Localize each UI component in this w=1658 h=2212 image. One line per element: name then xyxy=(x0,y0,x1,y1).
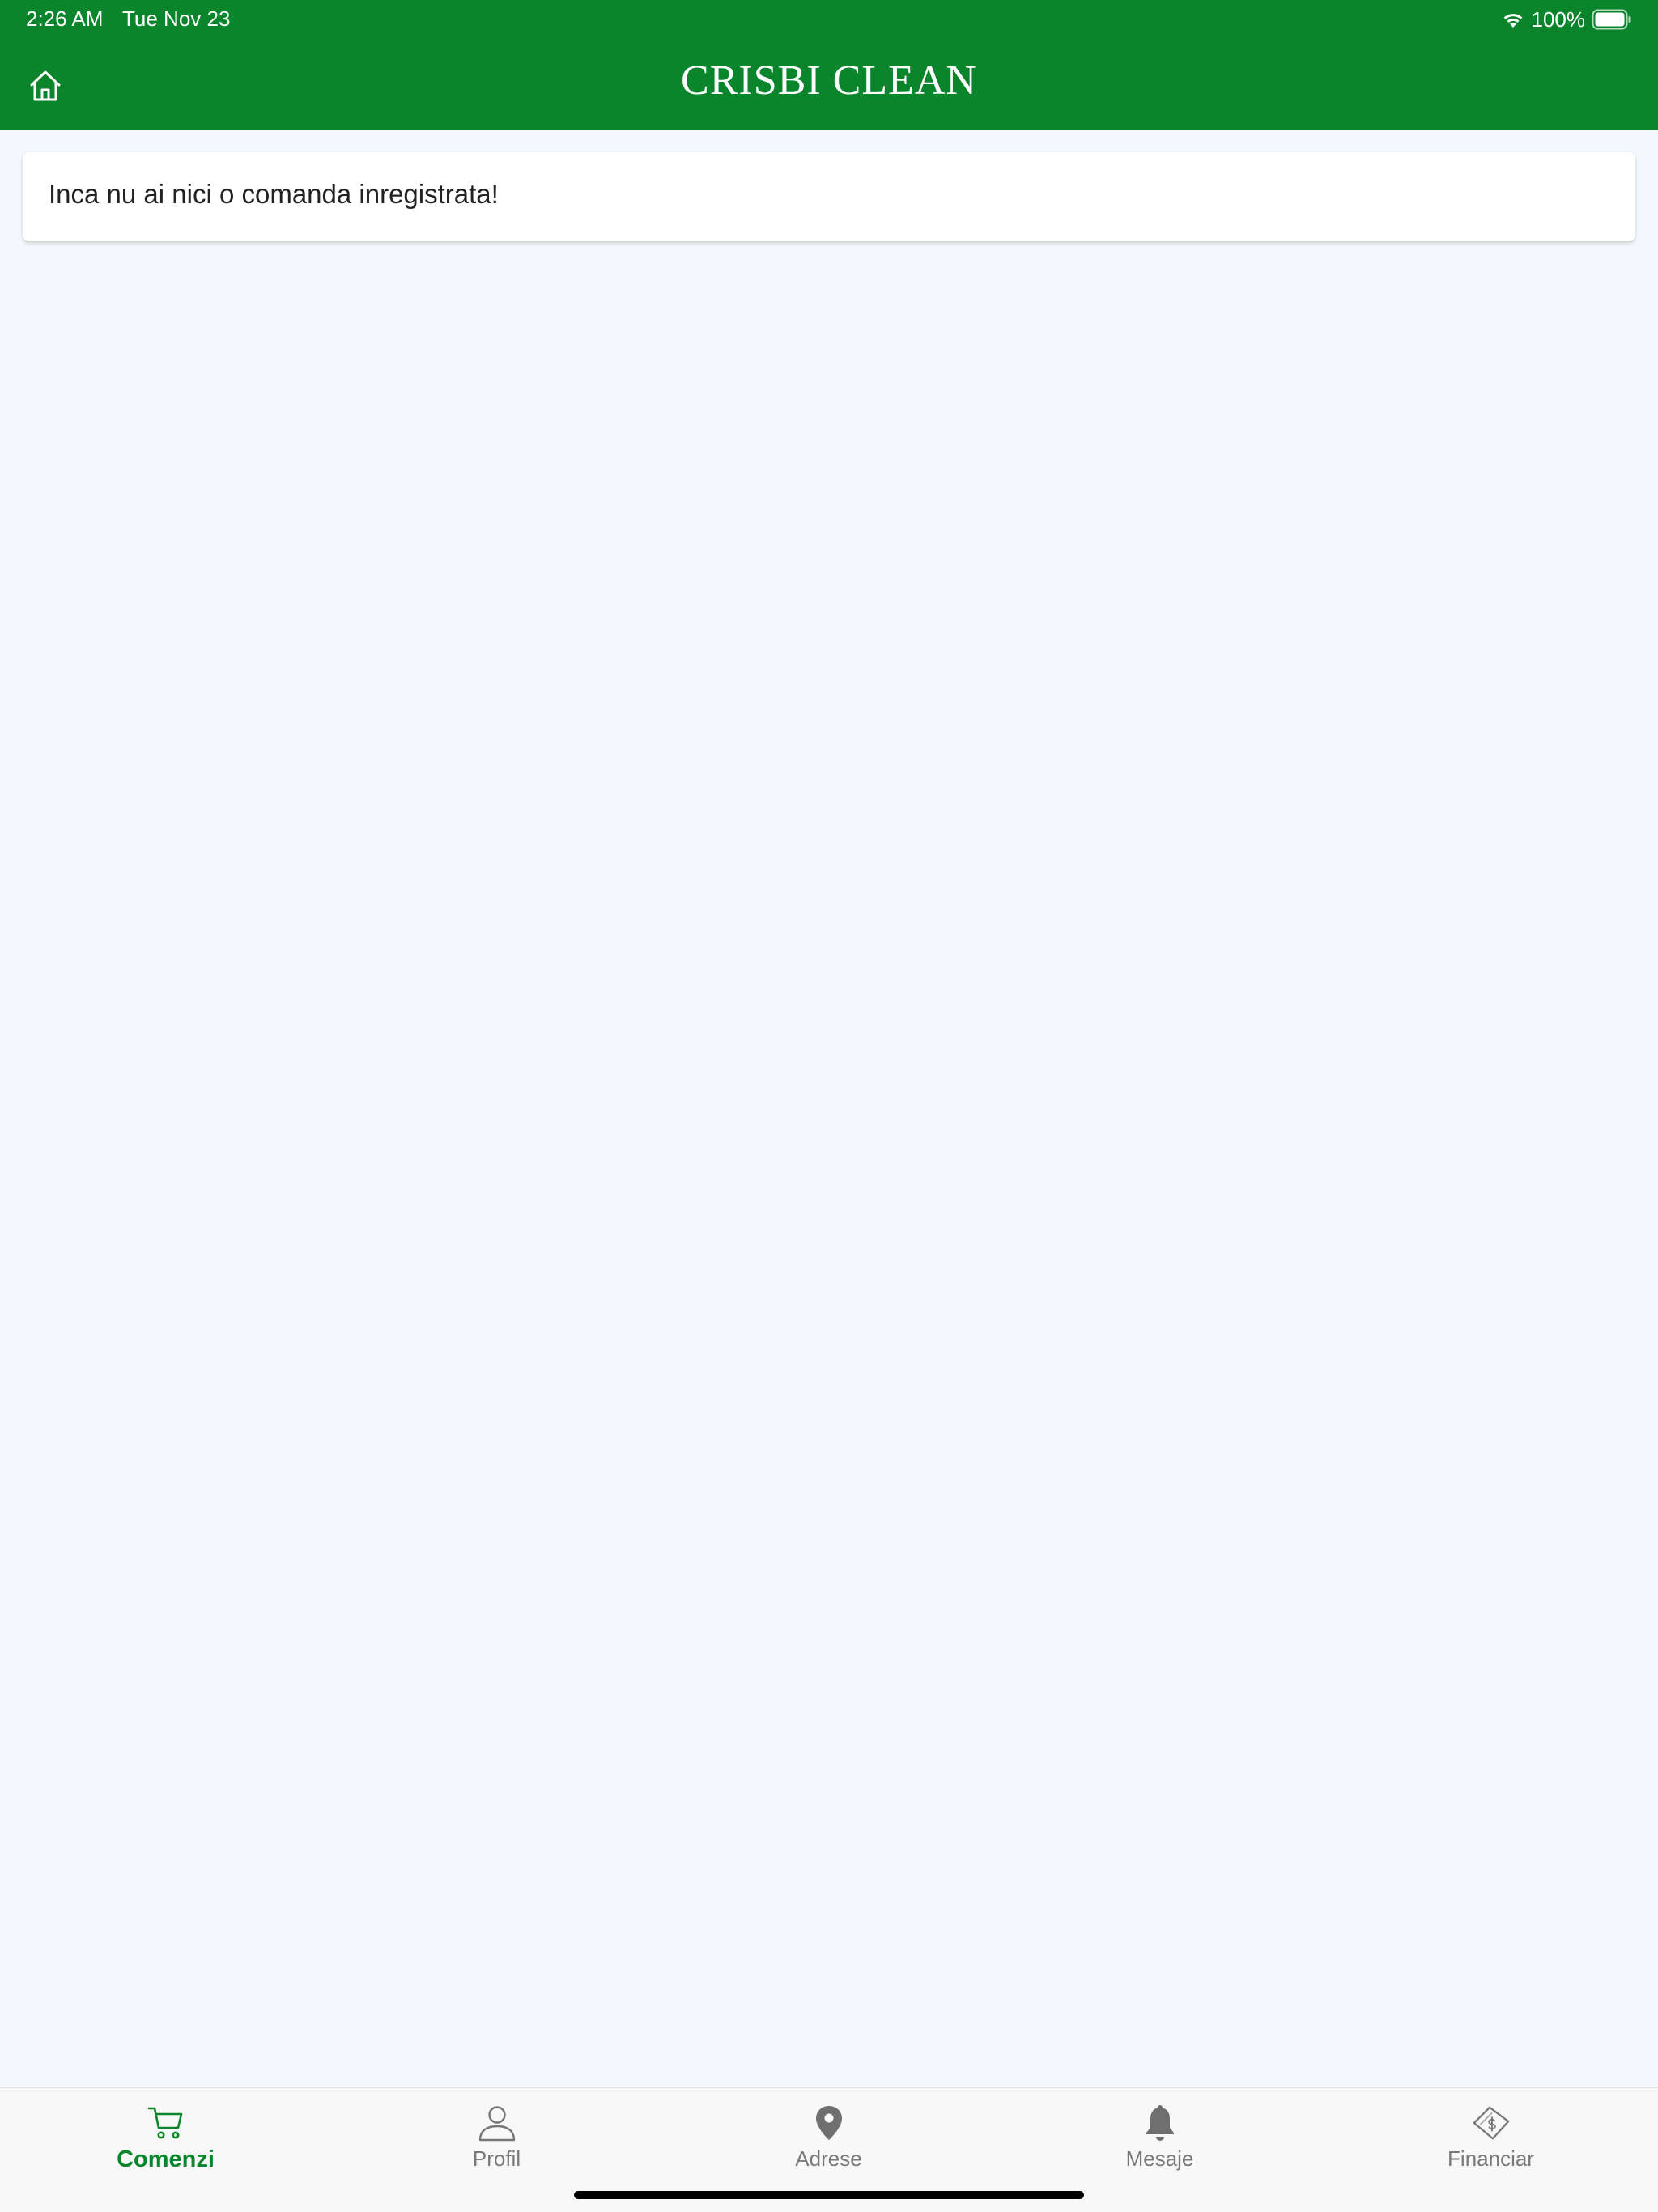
app-header: 2:26 AM Tue Nov 23 100% CRISBI CLEAN xyxy=(0,0,1658,130)
tab-label: Profil xyxy=(472,2146,521,2171)
status-date: Tue Nov 23 xyxy=(122,6,231,31)
battery-percent: 100% xyxy=(1531,6,1586,32)
tab-comenzi[interactable]: Comenzi xyxy=(0,2103,331,2184)
tab-label: Financiar xyxy=(1448,2146,1534,2171)
empty-orders-card: Inca nu ai nici o comanda inregistrata! xyxy=(23,152,1635,241)
tab-label: Mesaje xyxy=(1125,2146,1194,2171)
status-indicators: 100% xyxy=(1501,6,1633,32)
app-title: CRISBI CLEAN xyxy=(681,57,977,104)
location-pin-icon xyxy=(809,2103,849,2143)
tab-profil[interactable]: Profil xyxy=(331,2103,662,2184)
user-icon xyxy=(477,2103,517,2143)
home-indicator[interactable] xyxy=(574,2191,1084,2199)
status-time: 2:26 AM xyxy=(26,6,104,31)
battery-icon xyxy=(1592,9,1632,30)
tab-label: Adrese xyxy=(795,2146,862,2171)
money-bill-icon xyxy=(1471,2103,1511,2143)
empty-orders-message: Inca nu ai nici o comanda inregistrata! xyxy=(49,179,499,209)
bell-icon xyxy=(1140,2103,1180,2143)
tab-label: Comenzi xyxy=(117,2146,215,2172)
app-screen: 2:26 AM Tue Nov 23 100% CRISBI CLEAN Inc… xyxy=(0,0,1658,2212)
tab-financiar[interactable]: Financiar xyxy=(1325,2103,1656,2184)
wifi-icon xyxy=(1501,10,1525,29)
tab-adrese[interactable]: Adrese xyxy=(663,2103,994,2184)
cart-icon xyxy=(146,2103,186,2143)
tab-mesaje[interactable]: Mesaje xyxy=(994,2103,1325,2184)
